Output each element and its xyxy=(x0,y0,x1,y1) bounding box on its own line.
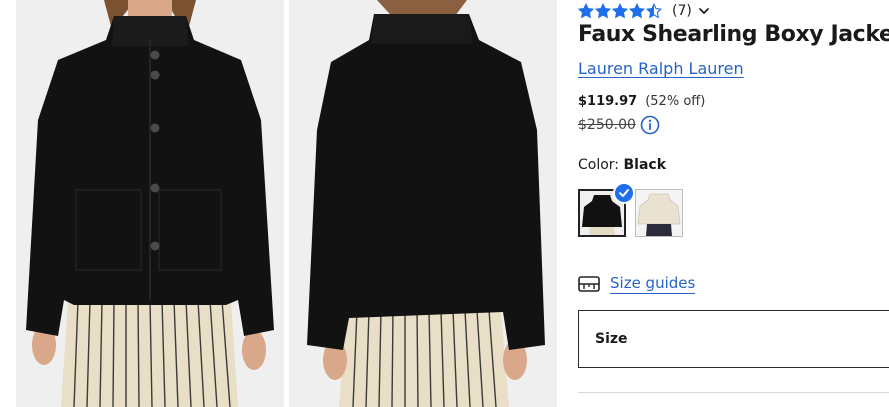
star-icon xyxy=(612,3,628,19)
product-image-back[interactable] xyxy=(289,0,557,407)
star-icon xyxy=(629,3,645,19)
divider xyxy=(578,392,889,393)
model-front-illustration xyxy=(16,0,284,407)
discount-percent: (52% off) xyxy=(645,94,706,109)
swatch-cream-thumbnail xyxy=(636,190,682,236)
original-price: $250.00 xyxy=(578,117,636,133)
product-image-front[interactable] xyxy=(16,0,284,407)
star-rating xyxy=(578,3,662,19)
checkmark-icon xyxy=(619,189,629,197)
color-value: Black xyxy=(623,157,667,173)
review-count: (7) xyxy=(672,3,692,19)
sale-price: $119.97 xyxy=(578,94,638,109)
star-icon xyxy=(578,3,594,19)
color-label: Color: xyxy=(578,157,620,173)
product-title: Faux Shearling Boxy Jacket xyxy=(578,22,889,47)
info-icon[interactable] xyxy=(640,115,660,135)
size-guides-row[interactable]: Size guides xyxy=(578,274,696,294)
star-icon xyxy=(595,3,611,19)
rating-summary[interactable]: (7) xyxy=(578,2,710,20)
price-row: $119.97 (52% off) xyxy=(578,94,705,109)
star-icon xyxy=(646,3,662,19)
ruler-icon xyxy=(578,276,600,292)
brand-link[interactable]: Lauren Ralph Lauren xyxy=(578,59,744,78)
model-back-illustration xyxy=(289,0,557,407)
selected-check-badge xyxy=(613,182,635,204)
swatch-cream[interactable] xyxy=(635,189,683,237)
size-select[interactable]: Size xyxy=(578,310,889,368)
size-guides-link[interactable]: Size guides xyxy=(610,274,696,294)
product-info-panel: (7) Faux Shearling Boxy Jacket Lauren Ra… xyxy=(578,0,889,407)
original-price-row: $250.00 xyxy=(578,115,660,135)
color-label-row: Color: Black xyxy=(578,157,666,173)
size-select-label: Size xyxy=(595,331,628,347)
chevron-down-icon[interactable] xyxy=(698,5,710,17)
